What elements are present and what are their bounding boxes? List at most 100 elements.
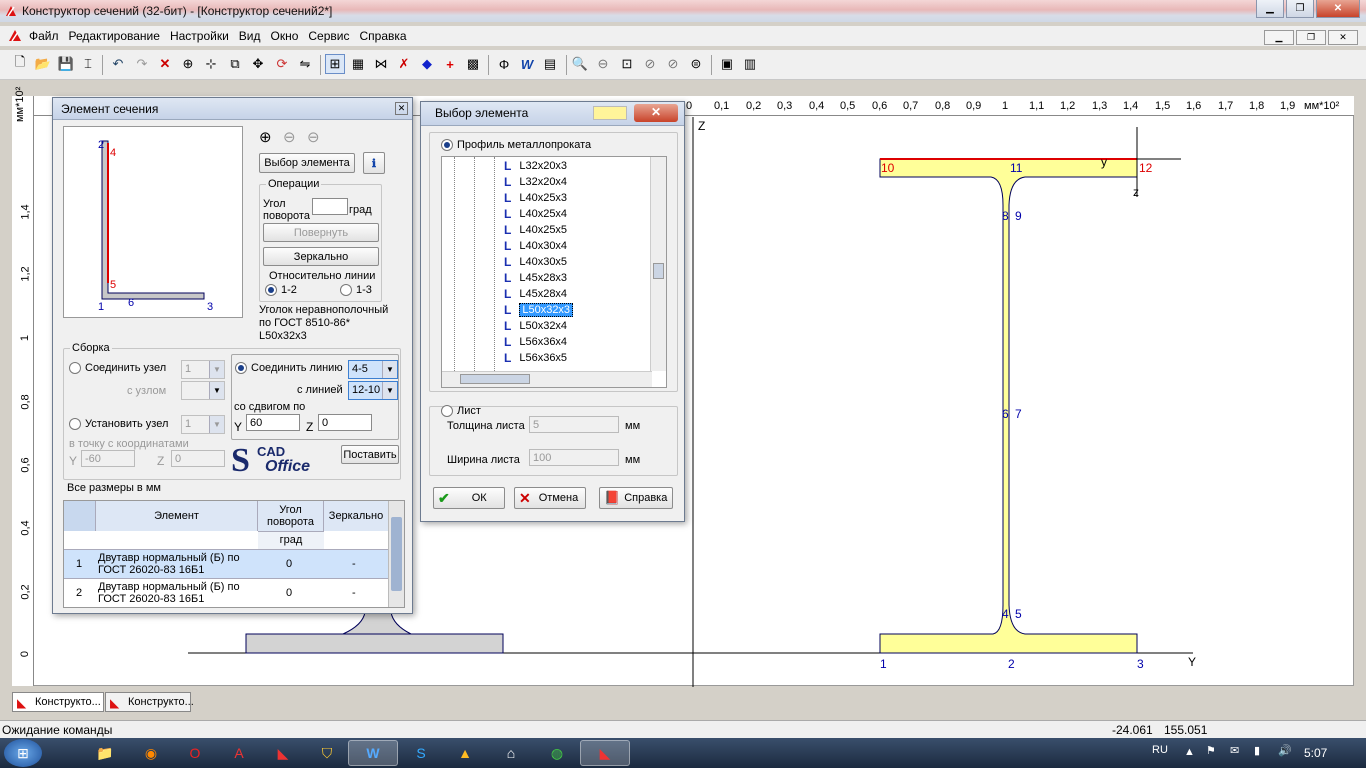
open-folder-icon[interactable]: 📂 [33,54,53,74]
choose-element-button[interactable]: Выбор элемента [259,153,355,173]
report-icon[interactable]: ▣ [717,54,737,74]
rotate-icon[interactable]: ⟳ [272,54,292,74]
chart-icon[interactable]: ▤ [540,54,560,74]
menu-settings[interactable]: Настройки [165,29,234,43]
firefox-icon[interactable]: ◉ [126,740,176,766]
table-scrollbar[interactable] [388,501,404,607]
ok-button[interactable]: ✔ ОК [433,487,505,509]
snap-icon[interactable]: ⊞ [325,54,345,74]
center-icon[interactable]: ⊕ [178,54,198,74]
zoom-in-icon[interactable]: ⊕ [259,128,272,146]
join-node-select[interactable]: 1 ▼ [181,360,225,379]
skype-icon[interactable]: S [396,740,446,766]
zoom-out-icon[interactable]: ⊖ [283,128,296,146]
word-icon[interactable]: W [348,740,398,766]
word-icon[interactable]: W [517,54,537,74]
table-icon[interactable]: ▥ [740,54,760,74]
offset-y-input[interactable] [246,414,300,431]
tree-vscroll[interactable] [650,157,666,371]
tab-document-2[interactable]: ◣ Конструкто... [105,692,194,712]
close-button[interactable]: ✕ [1316,0,1360,18]
torrent-icon[interactable]: ◍ [532,740,582,766]
mirror-button[interactable]: Зеркально [263,247,379,266]
zoom-in-icon[interactable]: 🔍 [570,54,590,74]
list-item[interactable]: L L56x36x4 [504,334,567,349]
save-icon[interactable]: 💾 [56,54,76,74]
node-icon[interactable]: ⋈ [371,54,391,74]
start-button[interactable]: ⊞ [4,739,42,767]
place-button[interactable]: Поставить [341,445,399,464]
list-item[interactable]: L L45x28x4 [504,286,567,301]
menu-service[interactable]: Сервис [303,29,354,43]
join-line-radio[interactable] [235,362,247,374]
with-line-select[interactable]: 12-10 ▼ [348,381,398,400]
explorer-icon[interactable]: 📁 [80,740,130,766]
clock[interactable]: 5:07 [1304,746,1327,760]
tray-signal-icon[interactable]: ▮ [1254,744,1260,757]
tree-hscroll[interactable] [442,371,652,387]
list-item[interactable]: L L50x32x4 [504,318,567,333]
pdf-icon[interactable]: A [214,740,264,766]
list-item[interactable]: L L40x25x4 [504,206,567,221]
minimize-button[interactable]: ▁ [1256,0,1284,18]
list-item[interactable]: L L40x25x3 [504,190,567,205]
list-item[interactable]: L L40x30x5 [504,254,567,269]
grid-icon[interactable]: ▦ [348,54,368,74]
line-13-radio[interactable] [340,284,352,296]
menu-window[interactable]: Окно [266,29,304,43]
help-button[interactable]: 📕 Справка [599,487,673,509]
with-node-select[interactable]: ▼ [181,381,225,400]
menu-edit[interactable]: Редактирование [64,29,165,43]
tab-document-1[interactable]: ◣ Конструкто... [12,692,104,712]
sheet-width-input[interactable] [529,449,619,466]
profile-radio[interactable] [441,139,453,151]
element-dialog-close-icon[interactable]: ✕ [395,102,408,115]
list-item-selected[interactable]: L L50x32x3 [504,302,574,317]
point-z-input[interactable] [171,450,225,467]
new-file-icon[interactable]: 🗋 [10,54,30,74]
volume-icon[interactable]: 🔊 [1278,744,1292,757]
copy-icon[interactable]: ⧉ [225,54,245,74]
info-icon[interactable]: ℹ [363,152,385,174]
mdi-minimize-button[interactable]: ▁ [1264,30,1294,45]
add-icon[interactable]: + [440,54,460,74]
menu-help[interactable]: Справка [354,29,411,43]
mdi-close-button[interactable]: ✕ [1328,30,1358,45]
zoom-prev-icon[interactable]: ⊘ [640,54,660,74]
select-icon[interactable]: ⊹ [201,54,221,74]
network-app-icon[interactable]: ⌂ [486,740,536,766]
zoom-rect-icon[interactable]: ⊡ [617,54,637,74]
set-node-select[interactable]: 1 ▼ [181,415,225,434]
properties-icon[interactable]: ⌶ [78,54,98,74]
move-icon[interactable]: ✥ [248,54,268,74]
tray-action-icon[interactable]: ✉ [1230,744,1239,757]
zoom-out-icon[interactable]: ⊖ [593,54,613,74]
delete-icon[interactable]: ✕ [155,54,175,74]
rotate-button[interactable]: Повернуть [263,223,379,242]
phi-icon[interactable]: Φ [494,54,514,74]
set-node-radio[interactable] [69,418,81,430]
opera-icon[interactable]: O [170,740,220,766]
undo-icon[interactable]: ↶ [108,54,128,74]
list-item[interactable]: L L32x20x3 [504,158,567,173]
language-indicator[interactable]: RU [1152,744,1168,756]
tray-up-icon[interactable]: ▲ [1184,746,1195,758]
rotation-angle-input[interactable] [312,198,348,215]
select-dialog-close-icon[interactable]: ✕ [634,104,678,122]
line-12-radio[interactable] [265,284,277,296]
sheet-thickness-input[interactable] [529,416,619,433]
zoom-fit-icon[interactable]: ⊖ [307,128,320,146]
list-item[interactable]: L L40x30x4 [504,238,567,253]
axes-icon[interactable]: ✗ [394,54,414,74]
menu-view[interactable]: Вид [234,29,266,43]
app-icon[interactable]: ▲ [440,740,490,766]
menu-file[interactable]: Файл [24,29,64,43]
list-item[interactable]: L L40x25x5 [504,222,567,237]
maximize-button[interactable]: ❐ [1286,0,1314,18]
table-row[interactable]: 2 Двутавр нормальный (Б) по ГОСТ 26020-8… [64,578,388,607]
point-icon[interactable]: ◆ [417,54,437,74]
list-item[interactable]: L L32x20x4 [504,174,567,189]
zoom-next-icon[interactable]: ⊘ [663,54,683,74]
document-icon[interactable] [8,29,22,43]
cancel-button[interactable]: ✕ Отмена [514,487,586,509]
